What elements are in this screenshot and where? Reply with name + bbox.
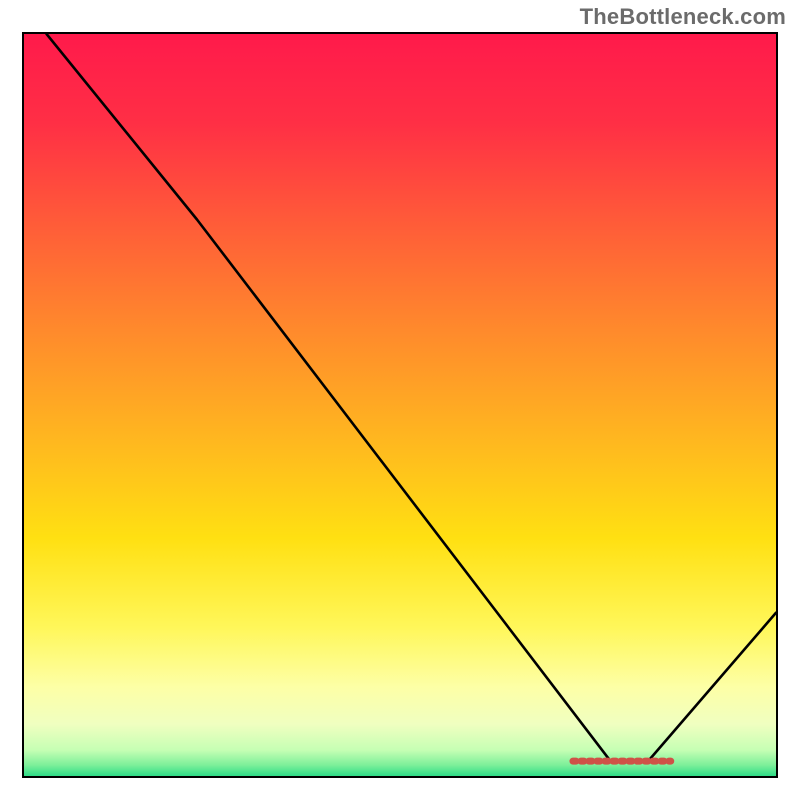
watermark-text: TheBottleneck.com — [580, 4, 786, 30]
plot-frame — [22, 32, 778, 778]
chart-stage: TheBottleneck.com — [0, 0, 800, 800]
plot-svg — [24, 34, 776, 776]
